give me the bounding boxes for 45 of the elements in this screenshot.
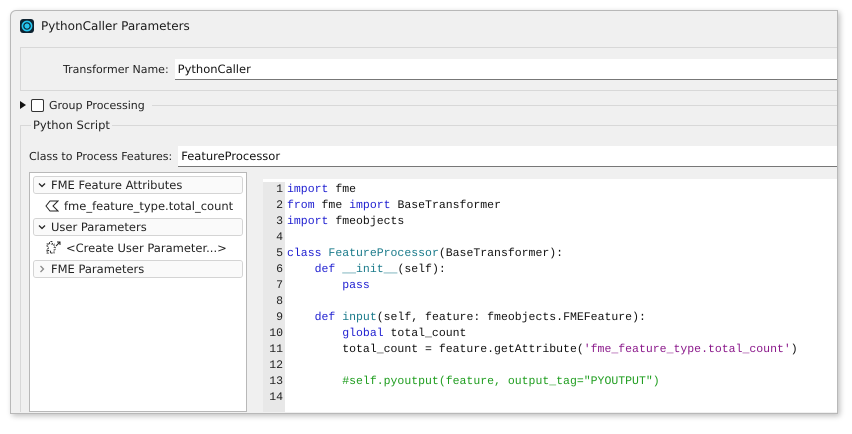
code-line: #self.pyoutput(feature, output_tag="PYOUTPUT") — [341, 374, 661, 390]
line-number: 5 — [275, 246, 283, 262]
line-number: 11 — [268, 342, 283, 358]
window-title: PythonCaller Parameters — [41, 19, 190, 33]
code-line: global total_count — [341, 326, 468, 342]
field-label: Transformer Name: — [63, 62, 169, 76]
section-title: Python Script — [31, 118, 112, 132]
tree-item[interactable]: fme_feature_type.total_count — [33, 196, 243, 216]
tree-section-header[interactable]: User Parameters — [33, 218, 243, 236]
line-number: 1 — [275, 182, 283, 198]
attribute-icon — [45, 200, 59, 212]
line-number: 14 — [268, 390, 283, 406]
transformer-name-field[interactable]: PythonCaller — [174, 58, 837, 80]
code-line: from fme import BaseTransformer — [287, 198, 502, 214]
line-number: 9 — [275, 310, 283, 326]
code-line: def input(self, feature: fmeobjects.FMEFeature): — [314, 310, 647, 326]
parameter-puzzle-icon — [45, 241, 61, 255]
class-name-field[interactable]: FeatureProcessor — [178, 146, 837, 167]
chevron-right-icon[interactable] — [38, 265, 46, 273]
line-number: 7 — [275, 278, 283, 294]
code-line: def __init__(self): — [314, 262, 447, 278]
line-number: 3 — [275, 214, 283, 230]
line-number: 2 — [275, 198, 283, 214]
code-line: import fmeobjects — [287, 214, 406, 230]
code-editor[interactable] — [263, 179, 837, 412]
line-number: 10 — [268, 326, 283, 342]
tree-item[interactable]: <Create User Parameter...> — [33, 238, 243, 258]
code-line: pass — [341, 278, 371, 294]
field-label: Class to Process Features: — [29, 150, 172, 163]
chevron-down-icon[interactable] — [38, 181, 46, 189]
line-number: 6 — [275, 262, 283, 278]
checkbox[interactable] — [31, 98, 44, 112]
checkbox-label: Group Processing — [49, 98, 145, 112]
chevron-down-icon[interactable] — [38, 223, 46, 231]
line-number: 8 — [275, 294, 283, 310]
line-number: 13 — [268, 374, 283, 390]
line-number: 12 — [268, 358, 283, 374]
code-line: import fme — [287, 182, 358, 198]
tree-section-header[interactable]: FME Feature Attributes — [33, 176, 243, 194]
app-icon — [20, 19, 34, 33]
line-number: 4 — [275, 230, 283, 246]
triangle-right-icon[interactable] — [20, 101, 26, 109]
code-line: total_count = feature.getAttribute('fme_feature_type.total_count') — [341, 342, 798, 358]
code-line: class FeatureProcessor(BaseTransformer): — [287, 246, 564, 262]
tree-section-header[interactable]: FME Parameters — [33, 260, 243, 278]
